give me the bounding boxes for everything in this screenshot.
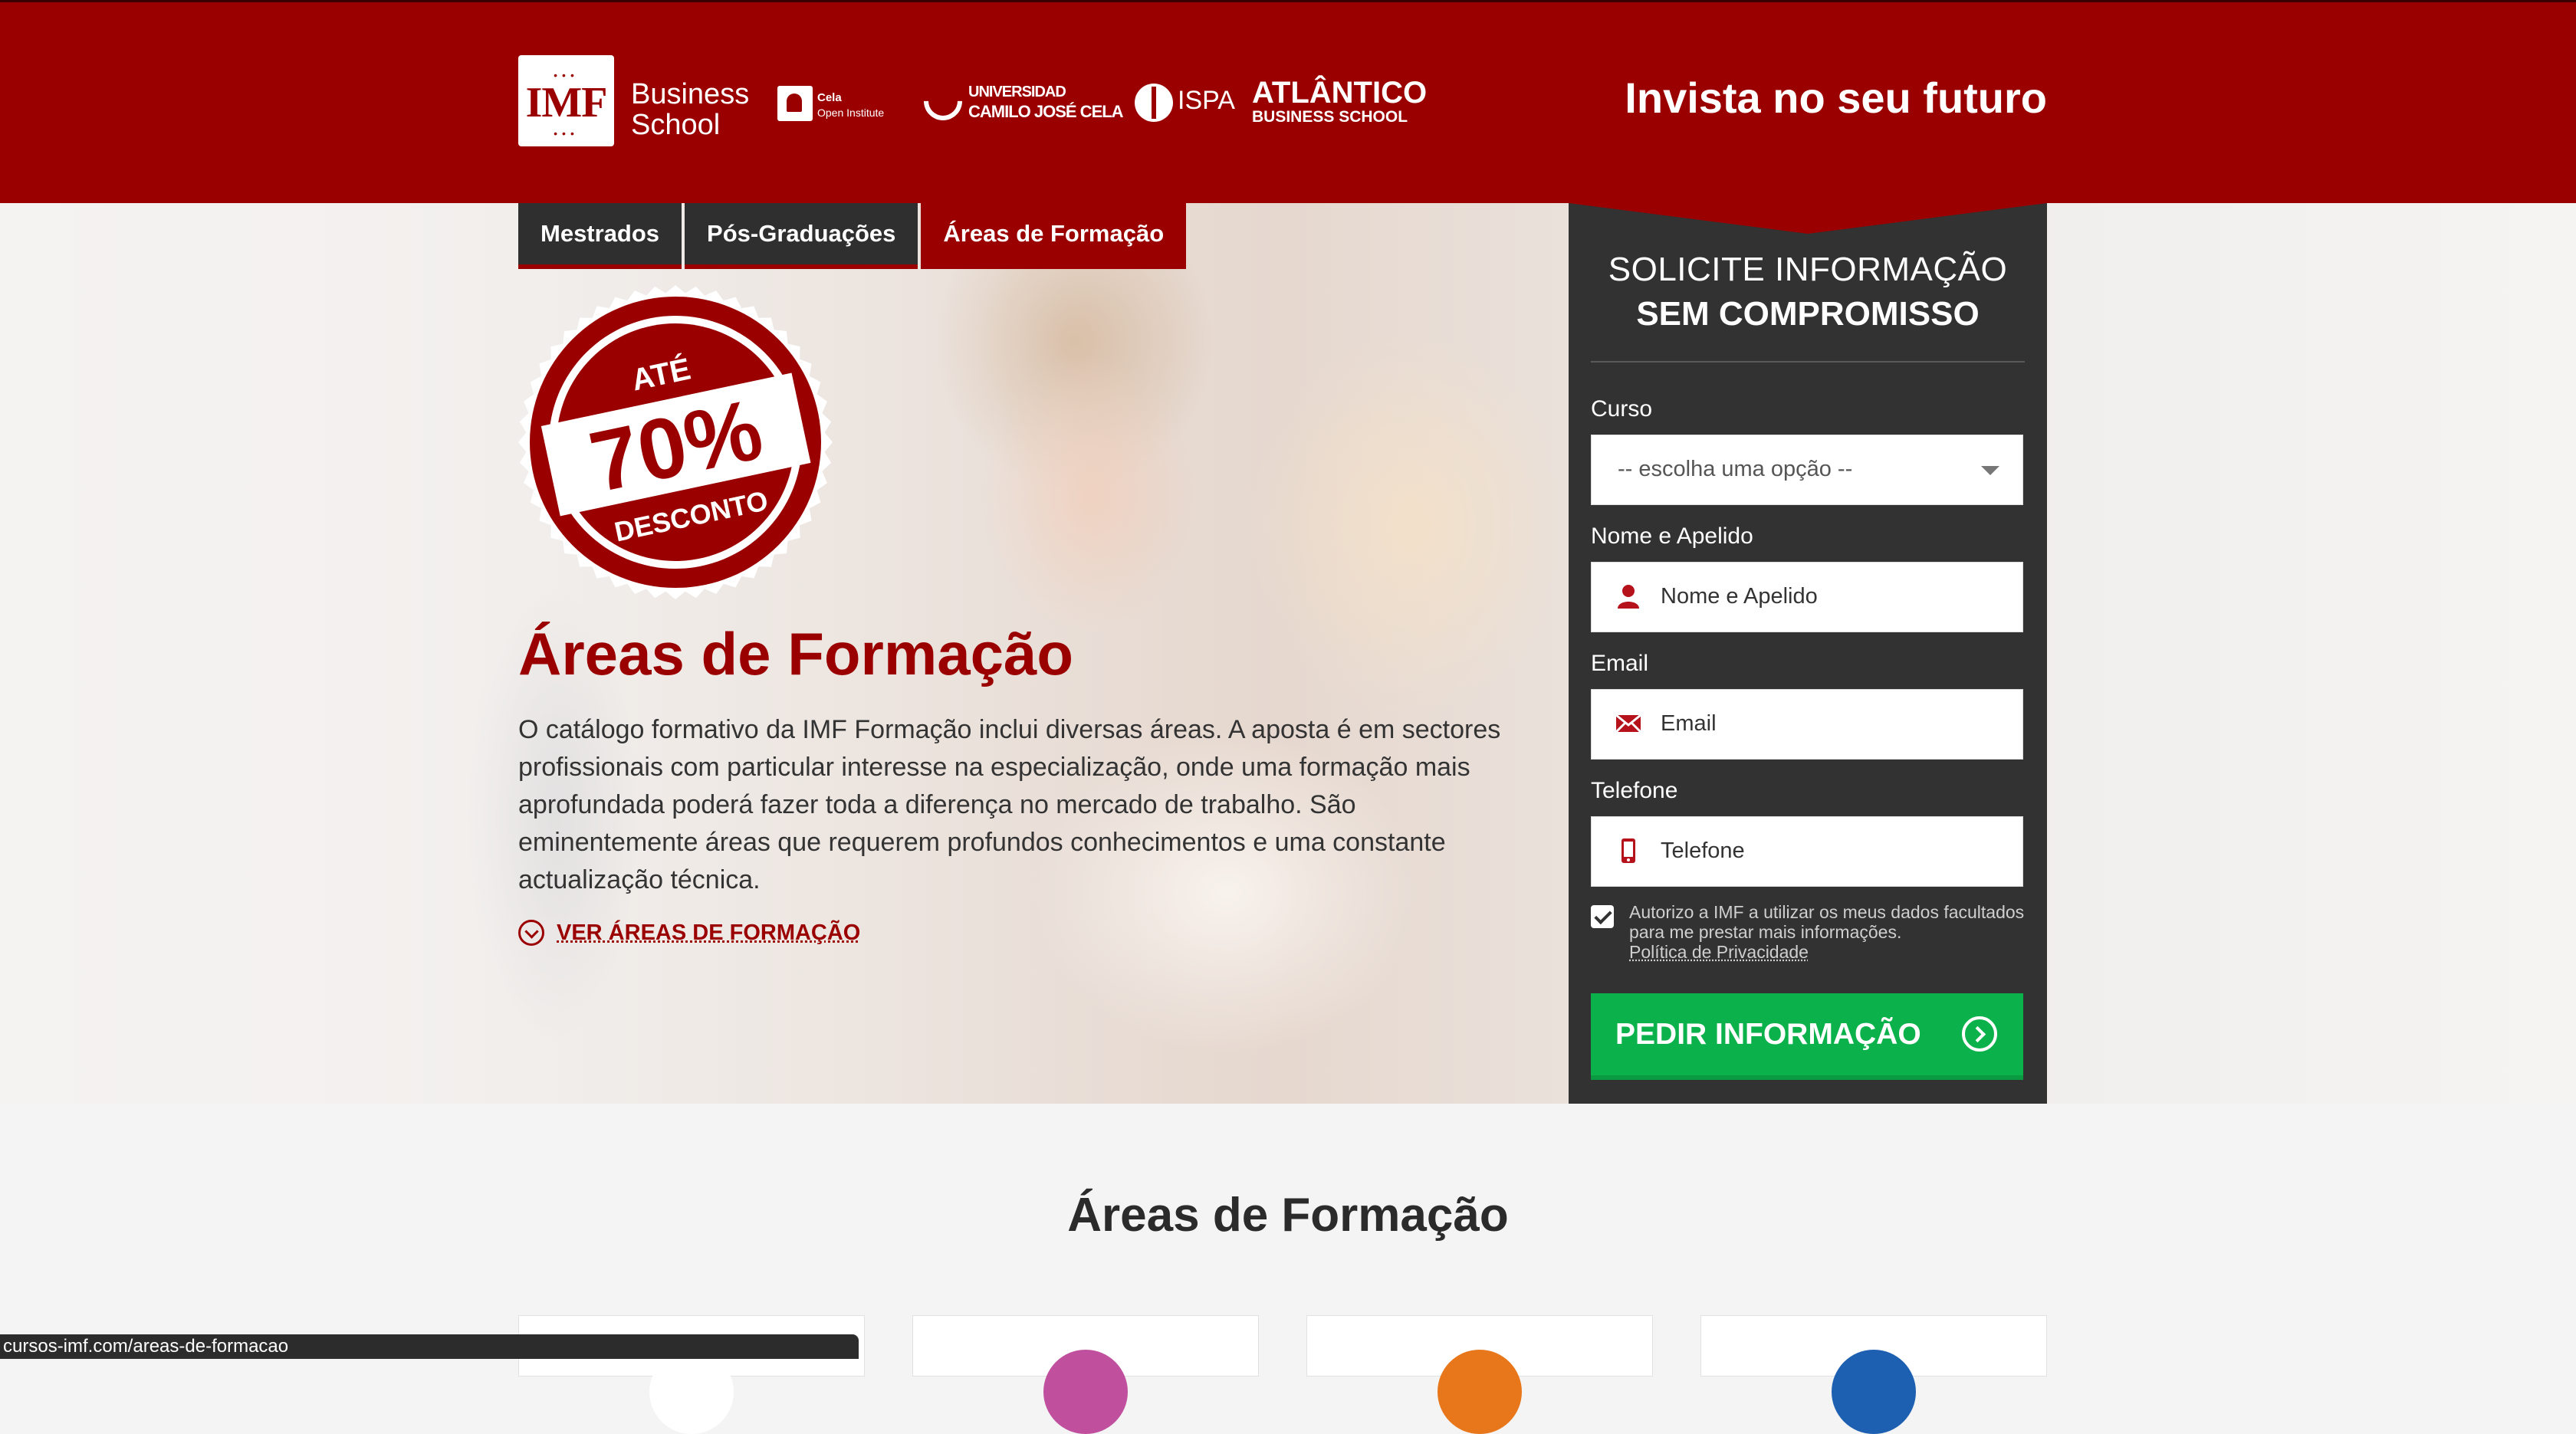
phone-input[interactable]: Telefone <box>1591 816 2023 887</box>
area-card-icon <box>649 1350 734 1434</box>
form-heading-line1: SOLICITE INFORMAÇÃO <box>1569 251 2047 289</box>
hero-title: Áreas de Formação <box>518 619 1073 689</box>
imf-logo[interactable]: ••• IMF ••• <box>518 55 614 146</box>
area-card-icon <box>1043 1350 1128 1434</box>
consent-text: Autorizo a IMF a utilizar os meus dados … <box>1629 902 2024 942</box>
discount-badge: ATÉ 70% DESCONTO <box>517 284 834 601</box>
info-request-form: SOLICITE INFORMAÇÃO SEM COMPROMISSO Curs… <box>1569 203 2047 1104</box>
business-school-logo-text: Business School <box>631 79 749 140</box>
phone-input-placeholder: Telefone <box>1661 838 1745 864</box>
chevron-right-circle-icon <box>1962 1016 1997 1052</box>
hero-description: O catálogo formativo da IMF Formação inc… <box>518 711 1530 899</box>
user-icon <box>1615 582 1642 610</box>
course-label: Curso <box>1591 396 1652 422</box>
imf-logo-text: IMF <box>518 78 614 127</box>
submit-button-label: PEDIR INFORMAÇÃO <box>1615 1018 1921 1052</box>
name-label: Nome e Apelido <box>1591 523 1753 550</box>
browser-status-url: cursos-imf.com/areas-de-formacao <box>0 1334 859 1359</box>
tab-pos-graduacoes[interactable]: Pós-Graduações <box>685 203 918 269</box>
name-input[interactable]: Nome e Apelido <box>1591 562 2023 632</box>
form-divider <box>1591 361 2025 363</box>
email-label: Email <box>1591 651 1648 677</box>
ucjc-logo-icon <box>916 74 971 129</box>
name-input-placeholder: Nome e Apelido <box>1661 584 1818 609</box>
section-title: Áreas de Formação <box>0 1188 2576 1242</box>
area-card[interactable] <box>1306 1315 1653 1377</box>
header-tagline: Invista no seu futuro <box>1625 73 2047 123</box>
see-areas-link-label[interactable]: VER ÁREAS DE FORMAÇÃO <box>557 920 860 946</box>
envelope-icon <box>1615 710 1642 737</box>
tab-mestrados[interactable]: Mestrados <box>518 203 682 269</box>
course-select[interactable]: -- escolha uma opção -- <box>1591 435 2023 505</box>
area-card[interactable] <box>1700 1315 2047 1377</box>
dropdown-caret-icon <box>1981 466 1999 475</box>
tab-areas-de-formacao[interactable]: Áreas de Formação <box>921 203 1186 269</box>
area-card[interactable] <box>912 1315 1259 1377</box>
email-input[interactable]: Email <box>1591 689 2023 760</box>
site-header: ••• IMF ••• Business School Cela Open In… <box>0 0 2576 203</box>
mobile-phone-icon <box>1615 837 1642 865</box>
submit-button[interactable]: PEDIR INFORMAÇÃO <box>1591 993 2023 1080</box>
privacy-policy-link[interactable]: Política de Privacidade <box>1629 942 1809 962</box>
chevron-down-circle-icon <box>518 920 544 946</box>
phone-label: Telefone <box>1591 778 1677 804</box>
ispa-logo-icon <box>1135 84 1173 122</box>
area-card-icon <box>1832 1350 1916 1434</box>
email-input-placeholder: Email <box>1661 711 1717 737</box>
cela-logo-icon <box>777 86 813 121</box>
see-areas-link[interactable]: VER ÁREAS DE FORMAÇÃO <box>518 920 860 946</box>
area-card-icon <box>1438 1350 1522 1434</box>
form-heading-line2: SEM COMPROMISSO <box>1569 295 2047 333</box>
consent-checkbox[interactable] <box>1591 905 1614 928</box>
main-nav: Mestrados Pós-Graduações Áreas de Formaç… <box>518 203 1186 269</box>
atlantico-logo: ATLÂNTICO BUSINESS SCHOOL <box>1252 77 1427 126</box>
hero-section <box>0 203 2576 1104</box>
course-select-value: -- escolha uma opção -- <box>1618 457 1852 482</box>
